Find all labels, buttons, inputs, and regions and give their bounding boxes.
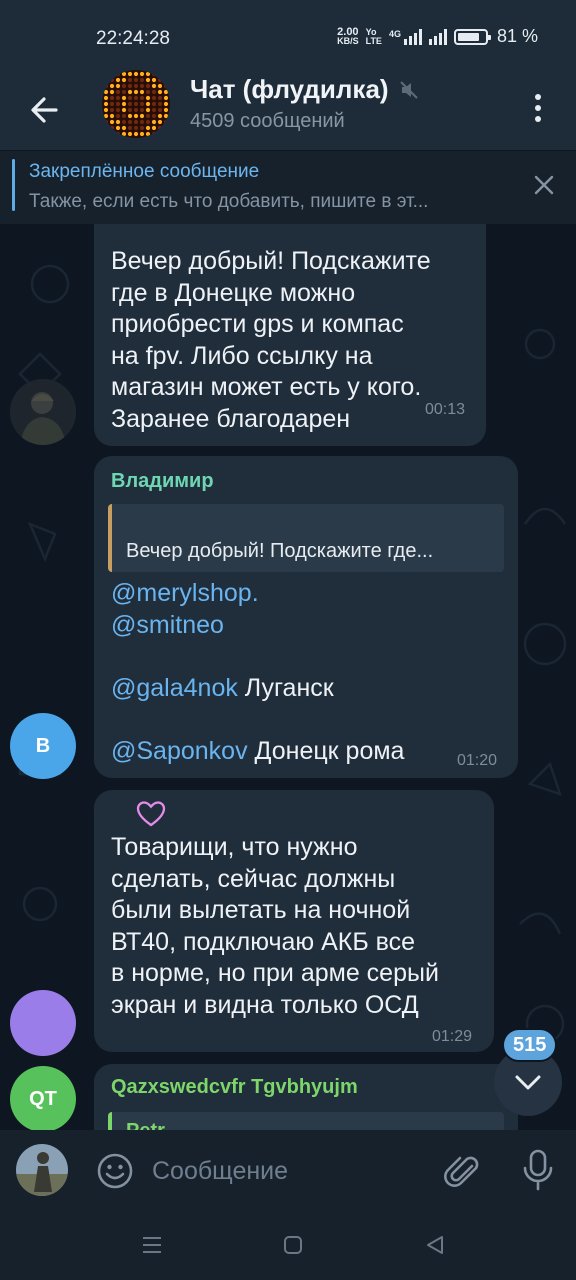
chat-title[interactable]: Чат (флудилка) bbox=[190, 74, 419, 105]
message-text: @merylshop. @smitneo @gala4nok Луганск @… bbox=[111, 579, 405, 765]
mention-link[interactable]: @merylshop. bbox=[111, 579, 259, 607]
message-time: 01:20 bbox=[457, 752, 498, 769]
sender-name[interactable]: Владимир bbox=[111, 470, 214, 493]
status-time: 22:24:28 bbox=[96, 28, 170, 49]
message-input[interactable] bbox=[152, 1154, 422, 1188]
reply-quote[interactable]: Вечер добрый! Подскажите где... bbox=[108, 504, 504, 572]
pinned-text: Также, если есть что добавить, пишите в … bbox=[29, 191, 429, 212]
more-vertical-icon[interactable] bbox=[528, 88, 548, 128]
message-text: Товарищи, что нужно сделать, сейчас долж… bbox=[111, 833, 439, 1019]
message-list[interactable]: Вечер добрый! Подскажите где в Донецке м… bbox=[0, 224, 576, 1130]
system-nav-bar bbox=[0, 1210, 576, 1280]
mention-link[interactable]: @gala4nok bbox=[111, 674, 238, 702]
nav-home-icon[interactable] bbox=[283, 1235, 303, 1255]
signal-icon: 4G bbox=[389, 28, 422, 45]
chevron-down-icon bbox=[515, 1075, 541, 1090]
heart-icon[interactable] bbox=[136, 800, 166, 828]
message-bubble[interactable]: Qazxswedcvfr Tgvbhyujm Petr bbox=[94, 1064, 518, 1130]
battery-icon bbox=[453, 28, 491, 45]
message-text: Вечер добрый! Подскажите где в Донецке м… bbox=[111, 247, 431, 433]
message-bubble[interactable]: Вечер добрый! Подскажите где в Донецке м… bbox=[94, 224, 486, 446]
pinned-message[interactable]: Закреплённое сообщение Также, если есть … bbox=[0, 150, 576, 224]
microphone-icon[interactable] bbox=[520, 1148, 556, 1192]
status-icons: 2.00 KB/S Yo LTE 4G 81 % bbox=[337, 26, 538, 47]
message-input-bar bbox=[0, 1130, 576, 1210]
nav-back-icon[interactable] bbox=[424, 1234, 446, 1256]
message-time: 01:29 bbox=[432, 1028, 473, 1045]
send-as-avatar[interactable] bbox=[16, 1144, 68, 1196]
message-bubble[interactable]: Владимир Вечер добрый! Подскажите где...… bbox=[94, 456, 518, 778]
status-bar: 22:24:28 2.00 KB/S Yo LTE 4G 81 % bbox=[0, 0, 576, 70]
pinned-title: Закреплённое сообщение bbox=[29, 161, 260, 182]
sender-name[interactable]: Qazxswedcvfr Tgvbhyujm bbox=[111, 1076, 358, 1099]
avatar[interactable] bbox=[10, 379, 76, 445]
avatar[interactable] bbox=[10, 990, 76, 1056]
back-arrow-icon[interactable] bbox=[26, 90, 66, 130]
message-time: 00:13 bbox=[425, 401, 466, 418]
unread-count-badge[interactable]: 515 bbox=[502, 1028, 558, 1062]
close-icon[interactable] bbox=[532, 173, 556, 197]
chat-header: Чат (флудилка) 4509 сообщений bbox=[0, 70, 576, 150]
muted-speaker-icon bbox=[399, 80, 418, 99]
emoji-icon[interactable] bbox=[96, 1152, 134, 1190]
avatar[interactable]: В bbox=[10, 713, 76, 779]
attach-icon[interactable] bbox=[442, 1150, 482, 1190]
network-speed: 2.00 KB/S bbox=[337, 25, 359, 46]
reply-quote[interactable]: Petr bbox=[108, 1112, 504, 1130]
signal-icon-2 bbox=[428, 28, 447, 45]
chat-avatar[interactable] bbox=[102, 70, 170, 138]
avatar[interactable]: QT bbox=[10, 1066, 76, 1130]
pinned-indicator bbox=[12, 159, 15, 211]
battery-percent: 81 % bbox=[496, 26, 538, 46]
mention-link[interactable]: @Saponkov bbox=[111, 737, 248, 765]
member-count: 4509 сообщений bbox=[190, 110, 345, 132]
message-bubble[interactable]: ♡ Товарищи, что нужно сделать, сейчас до… bbox=[94, 790, 494, 1052]
nav-menu-icon[interactable] bbox=[141, 1234, 163, 1256]
mention-link[interactable]: @smitneo bbox=[111, 611, 224, 639]
volte-indicator: Yo LTE bbox=[365, 26, 382, 46]
